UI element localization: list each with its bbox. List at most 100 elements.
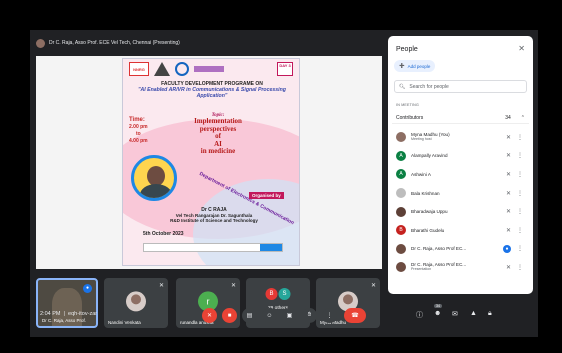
captions-icon: ▤ <box>246 313 253 319</box>
chevron-up-icon: ⌃ <box>520 114 525 121</box>
add-person-icon: ➕ <box>399 63 405 68</box>
participant-name: Bharadwaja Uppu <box>411 209 448 215</box>
camera-off-icon: ■ <box>227 312 232 319</box>
add-people-button[interactable]: ➕ Add people <box>394 60 436 72</box>
more-options-icon[interactable]: ⋮ <box>517 171 523 178</box>
add-people-label: Add people <box>407 63 431 69</box>
avatar <box>396 243 406 254</box>
university-wordmark <box>194 66 224 72</box>
participant-row[interactable]: Myna Madhu (You) Meeting host ✕ ⋮ <box>392 128 529 147</box>
mic-off-icon: ✕ <box>505 171 511 178</box>
more-options-icon[interactable]: ⋮ <box>517 264 523 271</box>
poster-heading-line2: "AI Enabled AR/VR in Communications & Si… <box>138 87 286 99</box>
mic-off-icon: ✕ <box>370 283 376 289</box>
leave-call-button[interactable]: ☎︎ <box>344 308 366 323</box>
mic-off-icon: ✕ <box>505 153 511 160</box>
participant-name: Bala Krishnan <box>411 190 440 196</box>
participant-name: Alampally Aravind <box>411 153 448 159</box>
people-title: People <box>396 46 418 53</box>
lock-icon: 🔒︎ <box>488 310 492 317</box>
more-options-icon[interactable]: ⋮ <box>517 227 523 234</box>
time-from: 2.00 pm <box>129 124 148 130</box>
participant-row[interactable]: Dr C. Raja, Asso Prof EC... ● ⋮ <box>392 240 529 259</box>
activities-button[interactable]: ▲ <box>470 310 477 317</box>
participant-name: Dr C. Raja, Asso Prof EC... <box>411 246 467 252</box>
more-options-icon[interactable]: ⋮ <box>517 208 523 215</box>
time-label: Time: <box>129 117 145 123</box>
camera-toggle-button[interactable]: ■ <box>222 308 237 323</box>
participant-sub: Presentation <box>411 267 432 272</box>
avatar <box>396 132 406 143</box>
captions-button[interactable]: ▤ <box>242 308 257 323</box>
registration-strip <box>143 243 283 252</box>
contributors-label: Contributors <box>396 114 424 121</box>
avatar-initial: A <box>396 150 406 161</box>
mic-off-icon: ✕ <box>505 227 511 234</box>
raise-hand-button[interactable]: ✋︎ <box>302 308 317 323</box>
university-logo <box>175 62 189 76</box>
contributors-count: 34 <box>505 114 511 121</box>
fdp-poster: NNRG DAY 3 FACULTY DEVELOPMENT PROGRAME … <box>122 58 300 266</box>
chat-button[interactable]: ✉︎ <box>452 310 458 318</box>
people-count-badge: 34 <box>434 304 442 308</box>
more-options-icon[interactable]: ⋮ <box>517 152 523 159</box>
speaker-photo <box>131 155 177 201</box>
participant-sub: Meeting host <box>411 137 432 142</box>
presenter-bar: Dr C. Raja, Asso Prof. ECE Vel Tech, Che… <box>36 36 180 50</box>
avatar <box>396 262 406 273</box>
speaker-face <box>147 166 165 186</box>
people-panel: People ✕ ➕ Add people 🔍︎ Search for peop… <box>388 36 533 294</box>
mic-toggle-button[interactable]: ✕ <box>202 308 217 323</box>
more-options-icon[interactable]: ⋮ <box>517 190 523 197</box>
host-controls-button[interactable]: 🔒︎ <box>488 310 492 318</box>
people-button[interactable]: 34 ☻ <box>434 304 442 317</box>
screen-frame: Dr C. Raja, Asso Prof. ECE Vel Tech, Che… <box>0 0 562 353</box>
time-to: 4.00 pm <box>129 138 148 144</box>
topic-line: in medicine <box>200 147 236 155</box>
others-avatars: B S <box>265 288 291 300</box>
participant-name: Bharathi Gudelu <box>411 227 445 233</box>
mic-off-icon: ✕ <box>505 190 511 197</box>
day-badge: DAY 3 <box>277 62 293 76</box>
participant-row[interactable]: Bala Krishnan ✕ ⋮ <box>392 184 529 203</box>
present-button[interactable]: ▣ <box>282 308 297 323</box>
avatar <box>396 188 406 199</box>
nnrg-logo: NNRG <box>129 62 149 76</box>
people-search-input[interactable]: 🔍︎ Search for people <box>394 80 527 93</box>
participant-row[interactable]: A Alampally Aravind ✕ ⋮ <box>392 147 529 166</box>
hand-icon: ✋︎ <box>307 312 312 318</box>
meet-window: Dr C. Raja, Asso Prof. ECE Vel Tech, Che… <box>30 30 538 337</box>
close-icon[interactable]: ✕ <box>518 44 525 53</box>
mic-off-icon: ✕ <box>505 209 511 216</box>
poster-date: 5th October 2023 <box>143 231 184 237</box>
participant-row[interactable]: B Bharathi Gudelu ✕ ⋮ <box>392 221 529 240</box>
speaking-indicator-icon: ● <box>83 284 92 293</box>
info-icon: ⓘ <box>416 312 423 319</box>
phone-hangup-icon: ☎︎ <box>351 313 359 319</box>
more-vert-icon: ⋮ <box>326 313 333 319</box>
present-icon: ▣ <box>286 313 293 319</box>
avatar-initial: B <box>265 288 278 300</box>
avatar-initial: A <box>396 169 406 180</box>
poster-time: Time: 2.00 pm to 4.00 pm <box>129 117 148 145</box>
more-options-icon[interactable]: ⋮ <box>517 134 523 141</box>
participant-row[interactable]: A Ashwini A ✕ ⋮ <box>392 165 529 184</box>
speaker-affiliation-2: R&D Institute of Science and Technology <box>170 218 258 223</box>
participant-name: Dr C. Raja, Asso Prof EC... Presentation <box>411 262 481 272</box>
poster-heading: FACULTY DEVELOPMENT PROGRAME ON "AI Enab… <box>127 81 297 99</box>
participant-row[interactable]: Bharadwaja Uppu ✕ ⋮ <box>392 202 529 221</box>
presenter-label: Dr C. Raja, Asso Prof. ECE Vel Tech, Che… <box>49 40 180 46</box>
mic-off-icon: ✕ <box>206 313 213 319</box>
time-to-word: to <box>135 131 141 137</box>
shared-screen[interactable]: NNRG DAY 3 FACULTY DEVELOPMENT PROGRAME … <box>36 56 382 269</box>
avatar-initial: S <box>278 288 291 300</box>
meeting-details-button[interactable]: ⓘ <box>416 310 423 320</box>
mic-off-icon: ✕ <box>505 264 511 271</box>
mic-off-icon: ✕ <box>230 283 236 289</box>
avatar-initial: B <box>396 225 406 236</box>
contributors-header[interactable]: Contributors 34 ⌃ <box>392 112 529 124</box>
reactions-button[interactable]: ☺ <box>262 308 277 323</box>
participant-row[interactable]: Dr C. Raja, Asso Prof EC... Presentation … <box>392 258 529 277</box>
more-options-icon[interactable]: ⋮ <box>517 245 523 252</box>
more-options-button[interactable]: ⋮ <box>322 308 337 323</box>
